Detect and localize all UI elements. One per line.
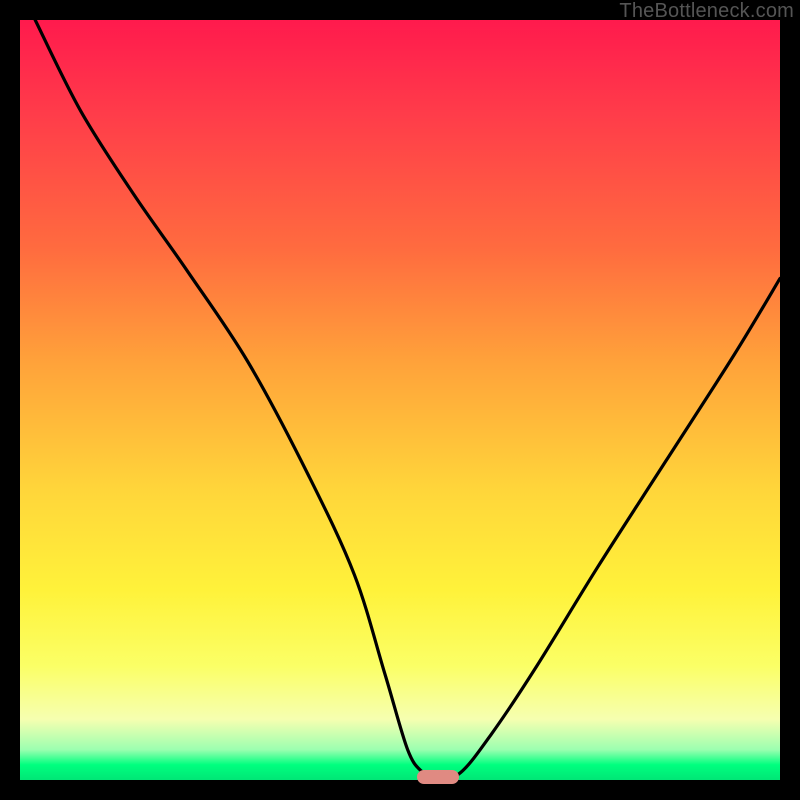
bottleneck-curve	[20, 20, 780, 780]
chart-frame: TheBottleneck.com	[0, 0, 800, 800]
plot-area	[20, 20, 780, 780]
watermark-text: TheBottleneck.com	[619, 0, 794, 23]
min-marker	[417, 770, 459, 784]
